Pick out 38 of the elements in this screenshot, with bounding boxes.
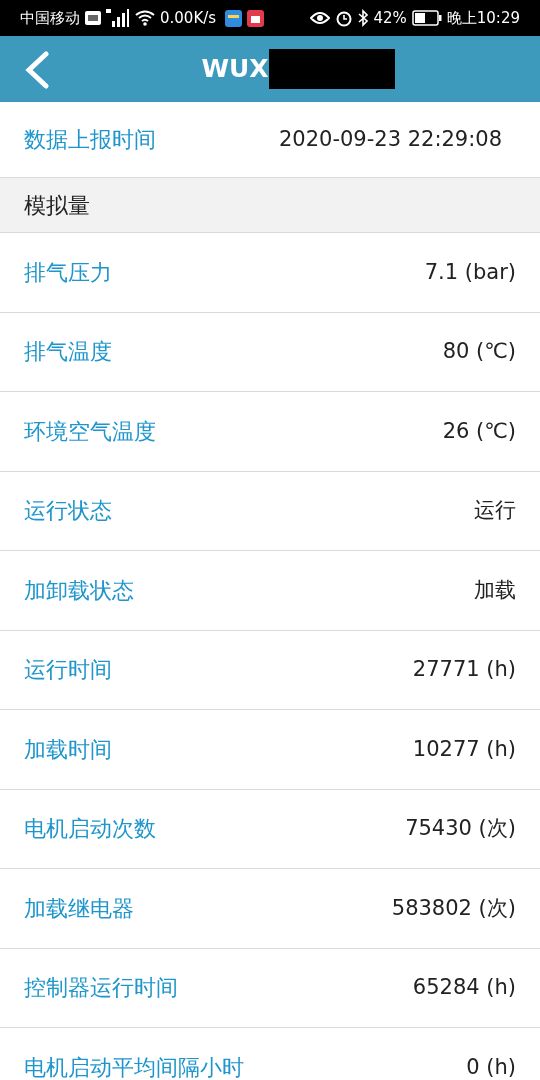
field-value: 7.1 (bar) [424,258,516,286]
field-value: 75430 (次) [405,815,516,842]
field-value: 0 (h) [466,1053,516,1080]
field-label: 排气温度 [24,338,112,367]
section-title: 模拟量 [24,191,90,220]
field-label: 排气压力 [24,258,112,287]
field-label: 加载继电器 [24,894,134,923]
field-label: 运行状态 [24,497,112,526]
battery-percent: 42% [373,7,407,29]
field-value: 2020-09-23 22:29:08 [278,125,502,153]
eye-icon [310,11,331,25]
wallet-icon [225,9,243,27]
alarm-icon [335,9,354,27]
back-icon[interactable] [24,51,50,89]
clock-time: 晚上10:29 [446,7,520,29]
carrier-name: 中国移动 [20,7,80,29]
field-value: 27771 (h) [412,656,516,683]
field-label: 控制器运行时间 [24,974,178,1003]
field-value: 运行 [474,497,516,524]
field-value: 10277 (h) [412,735,516,763]
field-value: 26 (℃) [442,417,516,445]
field-label: 运行时间 [24,656,112,685]
header-title: WUX [201,53,269,86]
bluetooth-icon [358,9,369,27]
field-label: 数据上报时间 [24,126,156,154]
signal-icon [106,9,130,27]
field-value: 80 (℃) [442,338,516,365]
field-label: 加载时间 [24,735,112,764]
field-label: 环境空气温度 [24,417,156,446]
wifi-icon [135,10,155,26]
field-value: 加载 [474,576,516,604]
battery-icon [411,10,442,26]
field-label: 电机启动次数 [24,815,156,844]
field-label: 电机启动平均间隔小时 [24,1053,244,1080]
field-value: 583802 (次) [391,894,516,922]
network-speed: 0.00K/s [160,7,217,29]
field-label: 加卸载状态 [24,576,134,605]
field-value: 65284 (h) [412,974,516,1001]
